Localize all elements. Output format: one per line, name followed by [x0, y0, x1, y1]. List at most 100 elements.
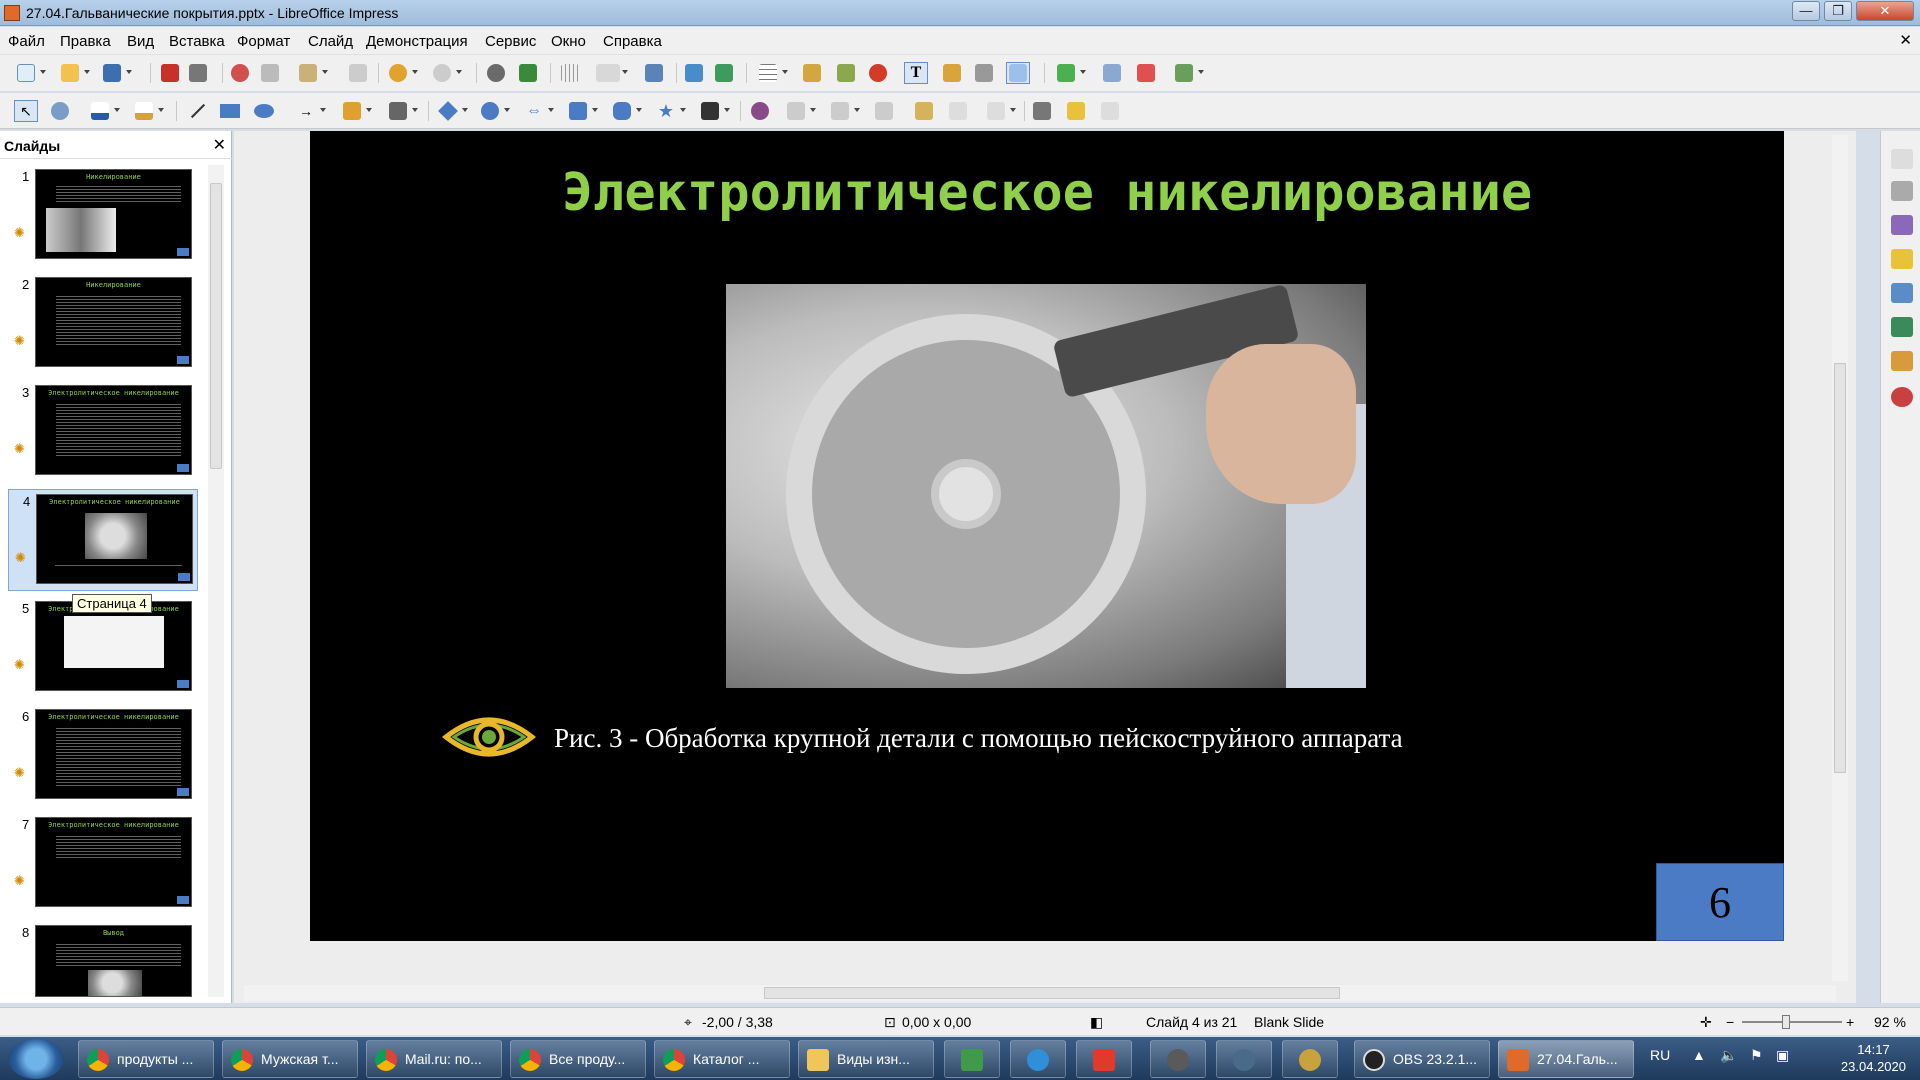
- rectangle-icon[interactable]: [218, 100, 242, 122]
- menu-tools[interactable]: Сервис: [485, 33, 536, 50]
- taskbar-item-impress[interactable]: 27.04.Галь...: [1498, 1040, 1634, 1078]
- filter-icon[interactable]: [984, 100, 1016, 122]
- menu-file[interactable]: Файл: [8, 33, 45, 50]
- taskbar-item-chrome-5[interactable]: Каталог ...: [654, 1040, 790, 1078]
- slide-thumbnail-7[interactable]: 7 Электролитическое никелирование ✺: [8, 813, 198, 915]
- page-number-box[interactable]: 6: [1656, 863, 1784, 941]
- start-button[interactable]: [8, 1039, 64, 1079]
- select-arrow-icon[interactable]: ↖: [14, 100, 38, 122]
- menu-view[interactable]: Вид: [127, 33, 154, 50]
- crop-icon[interactable]: [946, 100, 970, 122]
- system-clock[interactable]: 14:17 23.04.2020: [1841, 1041, 1906, 1075]
- redo-icon[interactable]: [430, 62, 462, 84]
- basic-shapes-icon[interactable]: [436, 100, 468, 122]
- start-from-current-icon[interactable]: [712, 62, 736, 84]
- delete-slide-icon[interactable]: [1134, 62, 1158, 84]
- slide-title[interactable]: Электролитическое никелирование: [310, 163, 1784, 223]
- shadow-icon[interactable]: [912, 100, 936, 122]
- spellcheck-icon[interactable]: [516, 62, 540, 84]
- special-character-icon[interactable]: [972, 62, 996, 84]
- glue-points-icon[interactable]: [1064, 100, 1088, 122]
- find-replace-icon[interactable]: [484, 62, 508, 84]
- distribute-icon[interactable]: [872, 100, 896, 122]
- menu-format[interactable]: Формат: [237, 33, 290, 50]
- taskbar-item-chrome-4[interactable]: Все проду...: [510, 1040, 646, 1078]
- fit-slide-icon[interactable]: ✛: [1700, 1014, 1712, 1031]
- volume-icon[interactable]: 🔈: [1720, 1047, 1737, 1064]
- taskbar-pin-yandex[interactable]: [1076, 1040, 1132, 1078]
- taskbar-pin-game-3[interactable]: [1282, 1040, 1338, 1078]
- taskbar-item-chrome-3[interactable]: Mail.ru: по...: [366, 1040, 502, 1078]
- menu-slideshow[interactable]: Демонстрация: [366, 33, 468, 50]
- taskbar-pin-spreadsheet[interactable]: [944, 1040, 1000, 1078]
- display-views-icon[interactable]: [596, 62, 628, 84]
- slide-thumbnail-8[interactable]: 8 Вывод: [8, 921, 198, 997]
- copy-icon[interactable]: [258, 62, 282, 84]
- workspace-vertical-scrollbar[interactable]: [1832, 135, 1848, 981]
- minimize-button[interactable]: —: [1792, 1, 1820, 21]
- table-icon[interactable]: [756, 62, 788, 84]
- workspace-horizontal-scrollbar[interactable]: [244, 985, 1836, 1001]
- text-box-icon[interactable]: T: [904, 62, 928, 84]
- line-color-icon[interactable]: [88, 100, 120, 122]
- slide-workspace[interactable]: Электролитическое никелирование Рис. 3 -…: [234, 131, 1856, 1003]
- image-icon[interactable]: [800, 62, 824, 84]
- chart-icon[interactable]: [834, 62, 858, 84]
- gallery-icon[interactable]: [1891, 351, 1913, 371]
- menu-help[interactable]: Справка: [603, 33, 662, 50]
- close-button[interactable]: ✕: [1856, 1, 1914, 21]
- stars-icon[interactable]: ★: [654, 100, 686, 122]
- scrollbar-thumb[interactable]: [210, 183, 222, 469]
- paste-icon[interactable]: [296, 62, 328, 84]
- save-icon[interactable]: [100, 62, 132, 84]
- print-icon[interactable]: [186, 62, 210, 84]
- ellipse-icon[interactable]: [252, 100, 276, 122]
- master-slides-icon[interactable]: [1891, 215, 1913, 235]
- cut-icon[interactable]: [228, 62, 252, 84]
- taskbar-item-chrome-1[interactable]: продукты ...: [78, 1040, 214, 1078]
- menu-insert[interactable]: Вставка: [169, 33, 225, 50]
- toggle-extrusion-icon[interactable]: [1098, 100, 1122, 122]
- slide-thumbnail-6[interactable]: 6 Электролитическое никелирование ✺: [8, 705, 198, 807]
- network-icon[interactable]: ▣: [1776, 1047, 1789, 1064]
- zoom-icon[interactable]: [48, 100, 72, 122]
- zoom-slider-knob[interactable]: [1782, 1015, 1790, 1029]
- taskbar-pin-ie[interactable]: [1010, 1040, 1066, 1078]
- scrollbar-thumb[interactable]: [1834, 363, 1846, 773]
- duplicate-slide-icon[interactable]: [1100, 62, 1124, 84]
- undo-icon[interactable]: [386, 62, 418, 84]
- block-arrows-icon[interactable]: ⇔: [522, 100, 554, 122]
- fontwork-icon[interactable]: [940, 62, 964, 84]
- callouts-icon[interactable]: [610, 100, 642, 122]
- rotate-icon[interactable]: [748, 100, 772, 122]
- connectors-icon[interactable]: [386, 100, 418, 122]
- impress-app-icon[interactable]: [4, 5, 20, 21]
- menu-window[interactable]: Окно: [551, 33, 586, 50]
- slide-photo[interactable]: [726, 284, 1366, 688]
- flowchart-icon[interactable]: [566, 100, 598, 122]
- zoom-in-button[interactable]: +: [1846, 1014, 1854, 1030]
- new-slide-icon[interactable]: [1054, 62, 1086, 84]
- taskbar-item-folder[interactable]: Виды изн...: [798, 1040, 934, 1078]
- slide-transition-icon[interactable]: [1891, 283, 1913, 303]
- clone-formatting-icon[interactable]: [346, 62, 370, 84]
- maximize-button[interactable]: ❐: [1824, 1, 1852, 21]
- line-icon[interactable]: [186, 100, 210, 122]
- zoom-level[interactable]: 92 %: [1874, 1014, 1906, 1030]
- action-center-icon[interactable]: ⚑: [1750, 1047, 1763, 1064]
- show-hidden-icons-icon[interactable]: ▲: [1692, 1047, 1706, 1063]
- navigator-icon[interactable]: [1891, 387, 1913, 407]
- master-slide-icon[interactable]: [642, 62, 666, 84]
- language-indicator[interactable]: RU: [1650, 1047, 1670, 1063]
- styles-icon[interactable]: [1891, 317, 1913, 337]
- lines-arrows-icon[interactable]: →: [294, 100, 326, 122]
- open-folder-icon[interactable]: [58, 62, 90, 84]
- zoom-slider[interactable]: [1742, 1021, 1842, 1023]
- slide-canvas[interactable]: Электролитическое никелирование Рис. 3 -…: [310, 131, 1784, 941]
- document-modified-icon[interactable]: ◧: [1090, 1014, 1103, 1031]
- properties-icon[interactable]: [1891, 181, 1913, 201]
- figure-caption[interactable]: Рис. 3 - Обработка крупной детали с помо…: [554, 723, 1403, 754]
- menu-slide[interactable]: Слайд: [308, 33, 353, 50]
- new-document-icon[interactable]: [14, 62, 46, 84]
- fill-color-icon[interactable]: [132, 100, 164, 122]
